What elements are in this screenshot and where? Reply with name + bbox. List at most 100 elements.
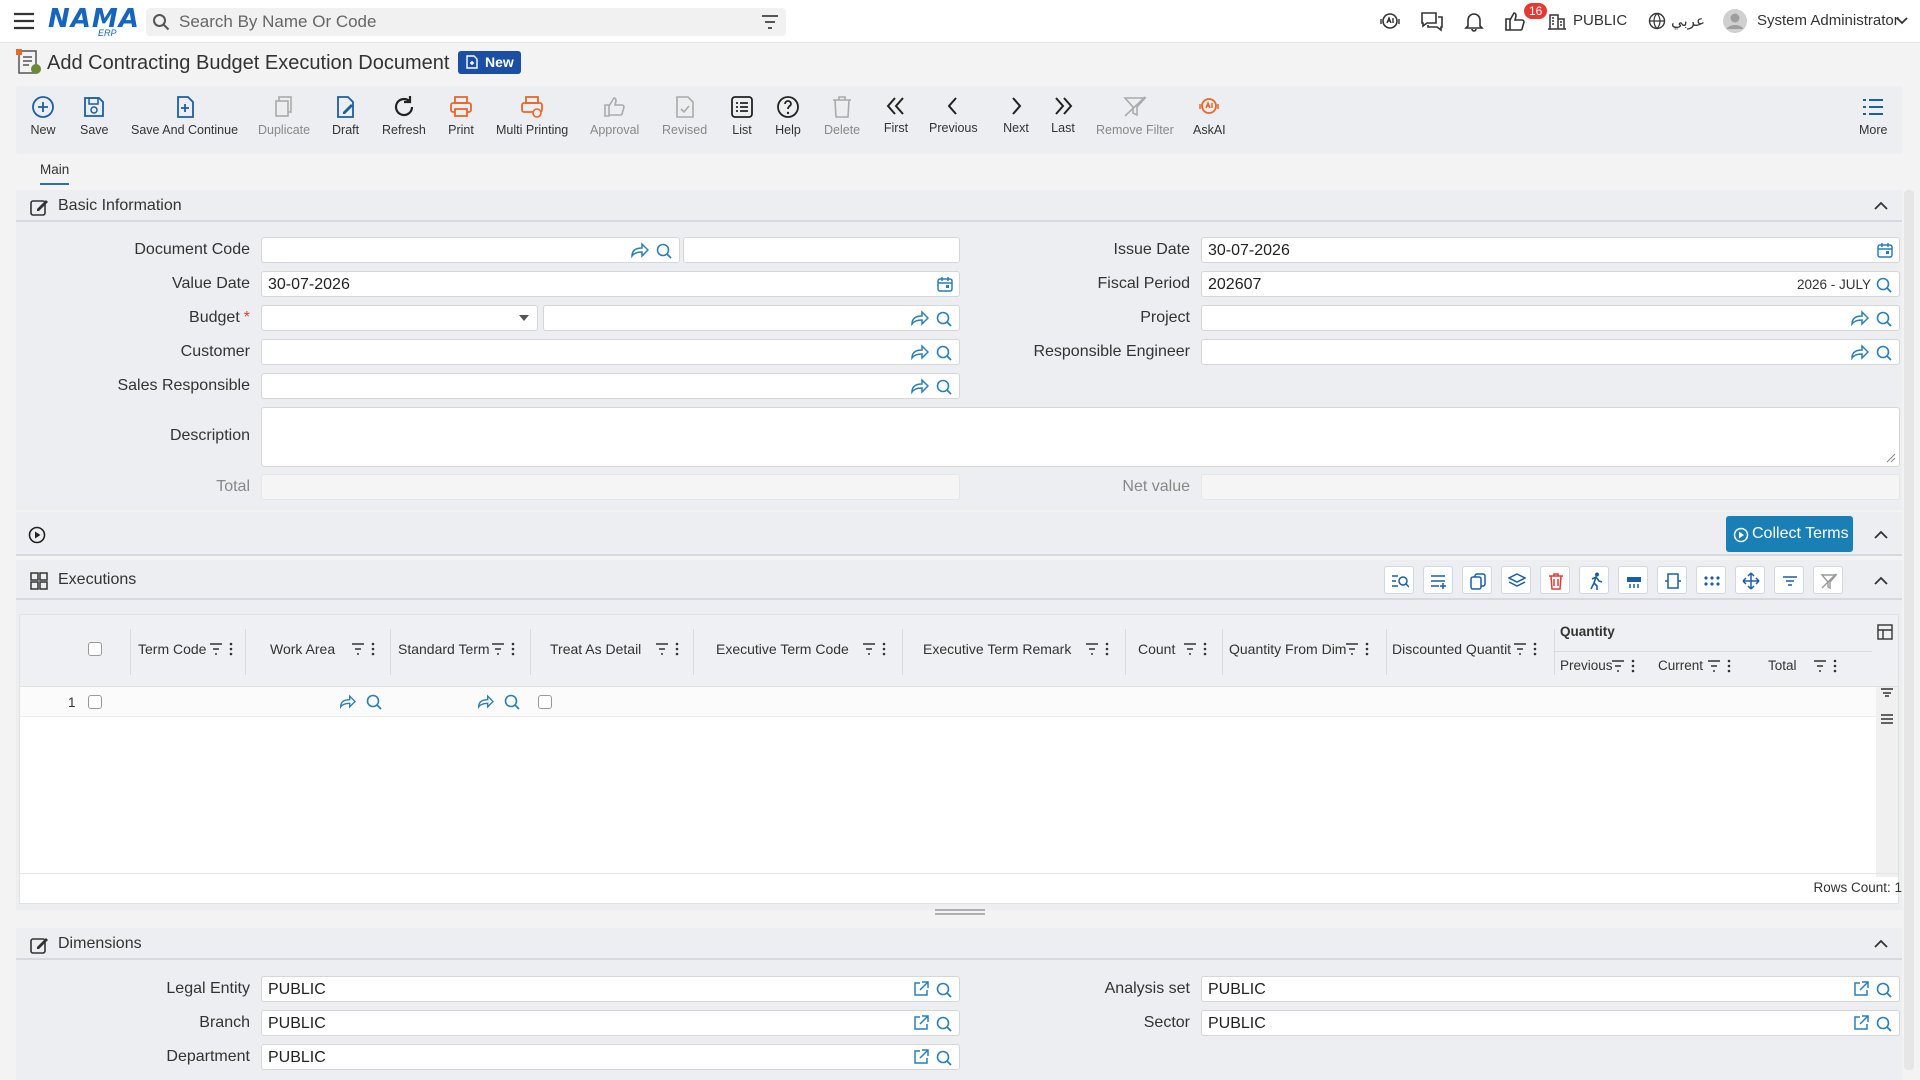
grid-columns-button[interactable] [1657,566,1687,594]
column-menu-icon[interactable] [492,642,516,656]
grid-move-button[interactable] [1735,566,1765,594]
multi-printing-button[interactable]: Multi Printing [496,94,568,137]
document-code-input[interactable] [261,237,680,263]
lookup-search-icon[interactable] [1875,344,1893,362]
lookup-search-icon[interactable] [1875,310,1893,328]
fiscal-period-input[interactable]: 202607 2026 - JULY [1201,271,1900,297]
menu-lines-icon[interactable] [1880,713,1894,725]
thumbs-up-icon[interactable] [1504,10,1526,32]
save-button[interactable]: Save [80,94,109,137]
customer-input[interactable] [261,339,960,365]
approval-button[interactable]: Approval [590,94,639,137]
column-treat-as-detail[interactable]: Treat As Detail [550,641,641,657]
first-button[interactable]: First [883,94,909,135]
grid-merge-button[interactable] [1618,566,1648,594]
column-menu-icon[interactable] [210,642,234,656]
last-button[interactable]: Last [1050,94,1076,135]
lookup-search-icon[interactable] [655,242,673,260]
menu-icon[interactable] [14,12,34,30]
external-link-icon[interactable] [913,981,929,997]
project-input[interactable] [1201,305,1900,331]
column-menu-icon[interactable] [1612,659,1636,673]
column-menu-icon[interactable] [1086,642,1110,656]
column-menu-icon[interactable] [1514,642,1538,656]
document-code-name-input[interactable] [683,237,960,263]
draft-button[interactable]: Draft [332,94,359,137]
grid-add-row-button[interactable] [1423,566,1453,594]
revised-button[interactable]: Revised [662,94,707,137]
chevron-up-icon[interactable] [1874,530,1888,539]
filter-lines-icon[interactable] [1880,687,1894,697]
grid-copy-button[interactable] [1462,566,1492,594]
tab-main[interactable]: Main [40,162,70,185]
column-menu-icon[interactable] [863,642,887,656]
share-arrow-icon[interactable] [1849,344,1869,360]
delete-button[interactable]: Delete [824,94,860,137]
branch-input[interactable]: PUBLIC [261,1010,960,1036]
lookup-search-icon[interactable] [1875,276,1893,294]
column-work-area[interactable]: Work Area [270,641,335,657]
column-menu-icon[interactable] [352,642,376,656]
chevron-down-icon[interactable] [1896,17,1908,25]
chat-icon[interactable] [1420,10,1444,32]
description-textarea[interactable] [261,407,1900,467]
grid-delete-button[interactable] [1540,566,1570,594]
column-executive-term-remark[interactable]: Executive Term Remark [923,641,1071,657]
column-menu-icon[interactable] [1346,642,1370,656]
filter-icon[interactable] [762,15,778,29]
previous-button[interactable]: Previous [929,94,978,135]
nama-logo[interactable]: NAMA ERP [48,4,139,38]
search-input[interactable]: Search By Name Or Code [179,12,376,32]
print-button[interactable]: Print [448,94,474,137]
external-link-icon[interactable] [913,1015,929,1031]
external-link-icon[interactable] [1853,981,1869,997]
lookup-search-icon[interactable] [935,310,953,328]
more-button[interactable]: More [1859,94,1887,137]
analysis-set-input[interactable]: PUBLIC [1201,976,1900,1002]
responsible-engineer-input[interactable] [1201,339,1900,365]
column-quantity-from-dim[interactable]: Quantity From Dim [1229,641,1346,657]
user-name[interactable]: System Administrator [1757,12,1899,29]
chevron-up-icon[interactable] [1874,576,1888,585]
duplicate-button[interactable]: Duplicate [258,94,310,137]
share-arrow-icon[interactable] [629,242,649,258]
column-menu-icon[interactable] [1708,659,1732,673]
page-scrollbar[interactable] [1904,190,1914,1070]
grid-remove-filter-button[interactable] [1813,566,1843,594]
table-row[interactable]: 1 [20,687,1878,717]
grid-layers-button[interactable] [1501,566,1531,594]
vertical-scrollbar[interactable] [1876,687,1898,877]
lookup-search-icon[interactable] [935,344,953,362]
next-button[interactable]: Next [1003,94,1029,135]
calendar-icon[interactable] [937,276,953,292]
lookup-search-icon[interactable] [1875,981,1893,999]
value-date-input[interactable]: 30-07-2026 [261,271,960,297]
save-and-continue-button[interactable]: Save And Continue [131,94,238,137]
list-button[interactable]: List [729,94,755,137]
share-arrow-icon[interactable] [338,694,356,709]
grid-run-button[interactable] [1579,566,1609,594]
resize-splitter-icon[interactable] [935,909,985,915]
refresh-button[interactable]: Refresh [382,94,426,137]
table-settings-icon[interactable] [1877,624,1893,640]
collect-terms-button[interactable]: Collect Terms [1726,516,1853,552]
external-link-icon[interactable] [1853,1015,1869,1031]
column-total[interactable]: Total [1768,658,1797,673]
resize-handle-icon[interactable] [1886,453,1896,463]
budget-name-input[interactable] [543,305,960,331]
askai-button[interactable]: AskAI [1193,94,1226,137]
dimensions-header[interactable]: Dimensions [16,928,1902,960]
share-arrow-icon[interactable] [909,344,929,360]
lookup-search-icon[interactable] [503,693,521,711]
column-count[interactable]: Count [1138,641,1175,657]
treat-as-detail-checkbox[interactable] [538,695,552,709]
help-button[interactable]: Help [775,94,801,137]
column-menu-icon[interactable] [656,642,680,656]
play-circle-icon[interactable] [28,526,46,544]
lookup-search-icon[interactable] [1875,1015,1893,1033]
share-arrow-icon[interactable] [909,310,929,326]
row-checkbox[interactable] [88,695,102,709]
company-name[interactable]: PUBLIC [1573,12,1627,29]
column-menu-icon[interactable] [1814,659,1838,673]
avatar[interactable] [1723,9,1747,33]
